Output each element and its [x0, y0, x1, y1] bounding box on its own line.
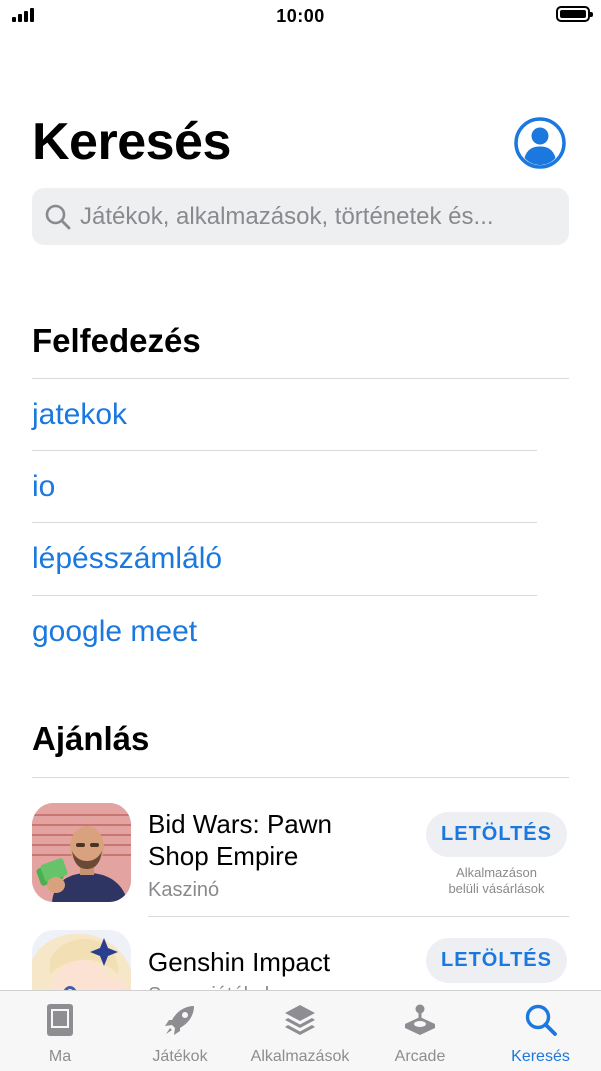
- bid-wars-app-icon[interactable]: [32, 803, 131, 902]
- tab-today[interactable]: Ma: [0, 991, 120, 1071]
- bid-wars-name-line2[interactable]: Shop Empire: [148, 840, 408, 872]
- tab-bar: Ma Játékok Alkalmazások Arcade Keresés: [0, 990, 601, 1071]
- search-field[interactable]: [32, 188, 569, 245]
- tab-search[interactable]: Keresés: [480, 991, 601, 1071]
- explore-link-4[interactable]: google meet: [32, 615, 197, 649]
- tab-games-label: Játékok: [152, 1048, 208, 1065]
- divider: [32, 595, 537, 596]
- bid-wars-iap-line1: Alkalmazáson: [456, 865, 537, 880]
- tab-arcade[interactable]: Arcade: [360, 991, 480, 1071]
- status-time: 10:00: [276, 6, 325, 26]
- suggested-section-title: Ajánlás: [32, 720, 150, 757]
- search-icon: [45, 204, 71, 230]
- search-input[interactable]: [80, 188, 560, 245]
- divider: [32, 450, 537, 451]
- divider: [32, 777, 569, 778]
- explore-link-2[interactable]: io: [32, 470, 55, 504]
- divider: [32, 378, 569, 379]
- rocket-icon: [165, 1006, 194, 1035]
- genshin-impact-name[interactable]: Genshin Impact: [148, 946, 408, 978]
- bid-wars-iap-line2: belüli vásárlások: [448, 881, 545, 896]
- bid-wars-category: Kaszinó: [148, 879, 220, 901]
- tab-search-label: Keresés: [511, 1048, 570, 1065]
- bid-wars-name-line1[interactable]: Bid Wars: Pawn: [148, 808, 408, 840]
- today-icon: [47, 1004, 73, 1036]
- explore-link-3[interactable]: lépésszámláló: [32, 542, 222, 576]
- tab-apps[interactable]: Alkalmazások: [240, 991, 360, 1071]
- tab-games[interactable]: Játékok: [120, 991, 240, 1071]
- genshin-impact-get-button[interactable]: LETÖLTÉS: [426, 938, 567, 983]
- divider: [32, 522, 537, 523]
- explore-link-1[interactable]: jatekok: [32, 398, 127, 432]
- bid-wars-get-button[interactable]: LETÖLTÉS: [426, 812, 567, 857]
- search-icon: [525, 1004, 557, 1036]
- layers-icon: [285, 1005, 315, 1035]
- tab-today-label: Ma: [48, 1048, 72, 1065]
- battery-icon: [556, 6, 593, 22]
- page-title: Keresés: [32, 113, 231, 171]
- tab-apps-label: Alkalmazások: [250, 1048, 350, 1065]
- divider: [148, 916, 569, 917]
- joystick-icon: [405, 1004, 435, 1035]
- status-bar: 10:00: [0, 0, 601, 36]
- tab-arcade-label: Arcade: [394, 1048, 446, 1065]
- account-icon[interactable]: [514, 117, 566, 169]
- explore-section-title: Felfedezés: [32, 322, 201, 359]
